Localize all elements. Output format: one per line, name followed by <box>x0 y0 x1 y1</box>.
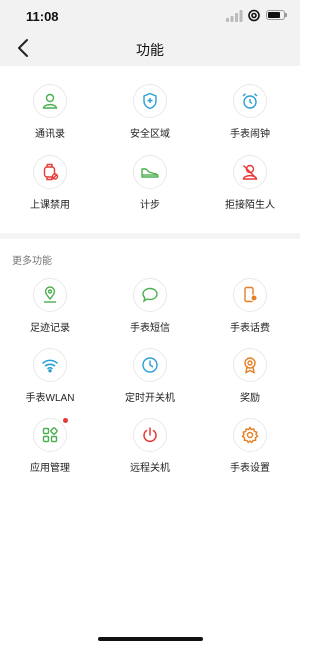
feature-remote-shutdown[interactable]: 远程关机 <box>100 418 200 478</box>
feature-label: 远程关机 <box>130 463 170 474</box>
feature-label: 手表短信 <box>130 323 170 334</box>
signal-icon <box>226 9 243 27</box>
award-medal-icon <box>233 348 267 382</box>
feature-label: 拒接陌生人 <box>225 200 275 211</box>
more-feature-grid: 足迹记录 手表短信 手表话费 手表WLAN 定时开关机 奖励 应用管理 远程关机… <box>0 278 300 478</box>
chat-bubble-icon <box>133 278 167 312</box>
feature-label: 奖励 <box>240 393 260 404</box>
apps-grid-icon <box>33 418 68 452</box>
feature-label: 通讯录 <box>35 129 65 140</box>
alarm-clock-icon <box>233 84 267 118</box>
feature-app-management[interactable]: 应用管理 <box>0 418 100 478</box>
feature-label: 足迹记录 <box>30 323 70 334</box>
feature-contacts[interactable]: 通讯录 <box>0 84 100 144</box>
feature-watch-sms[interactable]: 手表短信 <box>100 278 200 338</box>
page-title: 功能 <box>136 42 164 58</box>
wifi-icon <box>33 348 67 382</box>
feature-label: 应用管理 <box>30 463 70 474</box>
feature-rewards[interactable]: 奖励 <box>200 348 300 408</box>
feature-label: 安全区域 <box>130 129 170 140</box>
top-bar: 11:08 功能 <box>0 0 300 66</box>
notification-badge <box>63 418 68 423</box>
power-icon <box>133 418 167 452</box>
watch-disabled-icon <box>33 155 67 189</box>
status-link-icon <box>247 9 261 27</box>
feature-reject-strangers[interactable]: 拒接陌生人 <box>200 155 300 215</box>
main-feature-grid: 通讯录 安全区域 手表闹钟 上课禁用 计步 拒接陌生人 <box>0 84 300 215</box>
feature-watch-alarm[interactable]: 手表闹钟 <box>200 84 300 144</box>
feature-step-count[interactable]: 计步 <box>100 155 200 215</box>
status-bar: 11:08 <box>0 0 300 32</box>
phone-bill-icon <box>233 278 267 312</box>
home-indicator[interactable] <box>98 637 203 641</box>
feature-label: 上课禁用 <box>30 200 70 211</box>
section-title: 更多功能 <box>12 256 52 267</box>
feature-label: 手表设置 <box>230 463 270 474</box>
feature-label: 计步 <box>140 200 160 211</box>
feature-label: 定时开关机 <box>125 393 175 404</box>
contacts-icon <box>33 84 67 118</box>
feature-watch-wlan[interactable]: 手表WLAN <box>0 348 100 408</box>
feature-watch-settings[interactable]: 手表设置 <box>200 418 300 478</box>
block-stranger-icon <box>233 155 267 189</box>
status-time: 11:08 <box>26 9 59 24</box>
feature-safe-zone[interactable]: 安全区域 <box>100 84 200 144</box>
feature-label: 手表闹钟 <box>230 129 270 140</box>
section-divider <box>0 233 300 239</box>
feature-label: 手表WLAN <box>25 393 75 404</box>
shoe-icon <box>133 155 167 189</box>
shield-icon <box>133 84 167 118</box>
feature-scheduled-power[interactable]: 定时开关机 <box>100 348 200 408</box>
gear-icon <box>233 418 267 452</box>
feature-footprints[interactable]: 足迹记录 <box>0 278 100 338</box>
feature-label: 手表话费 <box>230 323 270 334</box>
battery-icon <box>266 10 287 20</box>
location-pin-icon <box>33 278 67 312</box>
clock-icon <box>133 348 167 382</box>
feature-watch-bill[interactable]: 手表话费 <box>200 278 300 338</box>
feature-class-mode[interactable]: 上课禁用 <box>0 155 100 215</box>
